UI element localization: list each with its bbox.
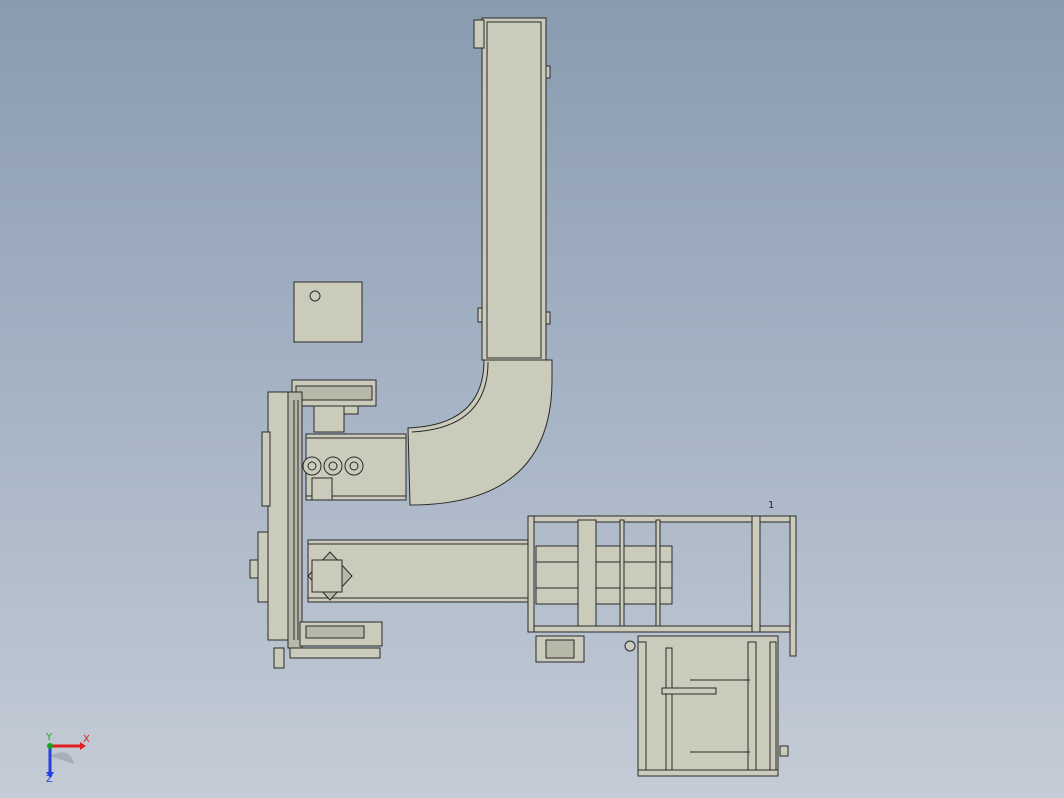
top-bracket [291,379,377,433]
bottom-bracket [299,621,383,647]
cad-model-drawing[interactable]: 1 [0,0,1064,798]
z-axis-label: Z [46,774,53,785]
lower-conveyor [307,539,531,603]
x-axis-label: X [83,734,90,745]
floating-panel [293,281,363,343]
vertical-conveyor [473,17,551,361]
curved-conveyor [407,359,553,506]
roller-conveyor [302,433,407,501]
cad-viewport[interactable]: 1 X Y Z [0,0,1064,798]
orientation-triad[interactable]: X Y Z [30,728,100,792]
panel-label: 1 [768,500,774,511]
y-axis-label: Y [46,732,53,743]
right-frame-lower [624,635,789,777]
